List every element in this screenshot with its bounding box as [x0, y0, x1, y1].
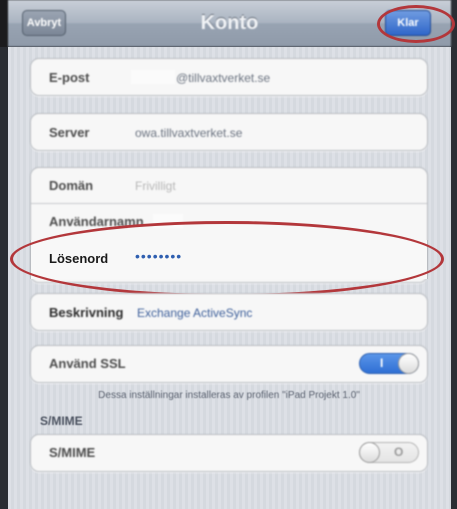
profile-note: Dessa inställningar installeras av profi… [98, 390, 360, 401]
smime-section-header: S/MIME [40, 414, 83, 428]
account-settings-screen: Avbryt Konto Klar E-post @tillvaxtverket… [0, 0, 457, 509]
server-row[interactable]: Server owa.tillvaxtverket.se [31, 114, 427, 150]
done-button-highlight-circle [377, 5, 455, 43]
domain-row[interactable]: Domän Frivilligt [31, 168, 427, 204]
email-row[interactable]: E-post @tillvaxtverket.se [31, 59, 427, 95]
password-highlight-ellipse [10, 221, 444, 297]
smime-label: S/MIME [49, 445, 96, 460]
ssl-toggle-on-mark: I [380, 356, 384, 370]
smime-group: S/MIME O [30, 434, 428, 472]
left-background-edge [0, 47, 8, 509]
email-redaction [131, 70, 175, 84]
description-field[interactable]: Exchange ActiveSync [137, 306, 252, 320]
description-group: Beskrivning Exchange ActiveSync [30, 293, 428, 331]
email-field[interactable]: @tillvaxtverket.se [176, 71, 270, 85]
description-row[interactable]: Beskrivning Exchange ActiveSync [31, 294, 427, 330]
server-field[interactable]: owa.tillvaxtverket.se [135, 126, 242, 140]
email-group: E-post @tillvaxtverket.se [30, 58, 428, 96]
description-label: Beskrivning [49, 305, 124, 320]
ssl-label: Använd SSL [49, 356, 126, 371]
server-group: Server owa.tillvaxtverket.se [30, 113, 428, 151]
right-background-edge [451, 0, 457, 509]
ssl-toggle-knob [398, 353, 419, 374]
smime-toggle-off-mark: O [394, 445, 404, 459]
ssl-group: Använd SSL I [30, 345, 428, 383]
smime-toggle-knob [359, 442, 380, 463]
ssl-toggle[interactable]: I [359, 353, 419, 374]
server-label: Server [49, 125, 90, 140]
email-label: E-post [49, 70, 90, 85]
smime-row: S/MIME O [31, 435, 427, 471]
domain-label: Domän [49, 178, 94, 193]
domain-field[interactable]: Frivilligt [135, 179, 176, 193]
smime-toggle[interactable]: O [359, 442, 419, 463]
ssl-row: Använd SSL I [31, 346, 427, 382]
